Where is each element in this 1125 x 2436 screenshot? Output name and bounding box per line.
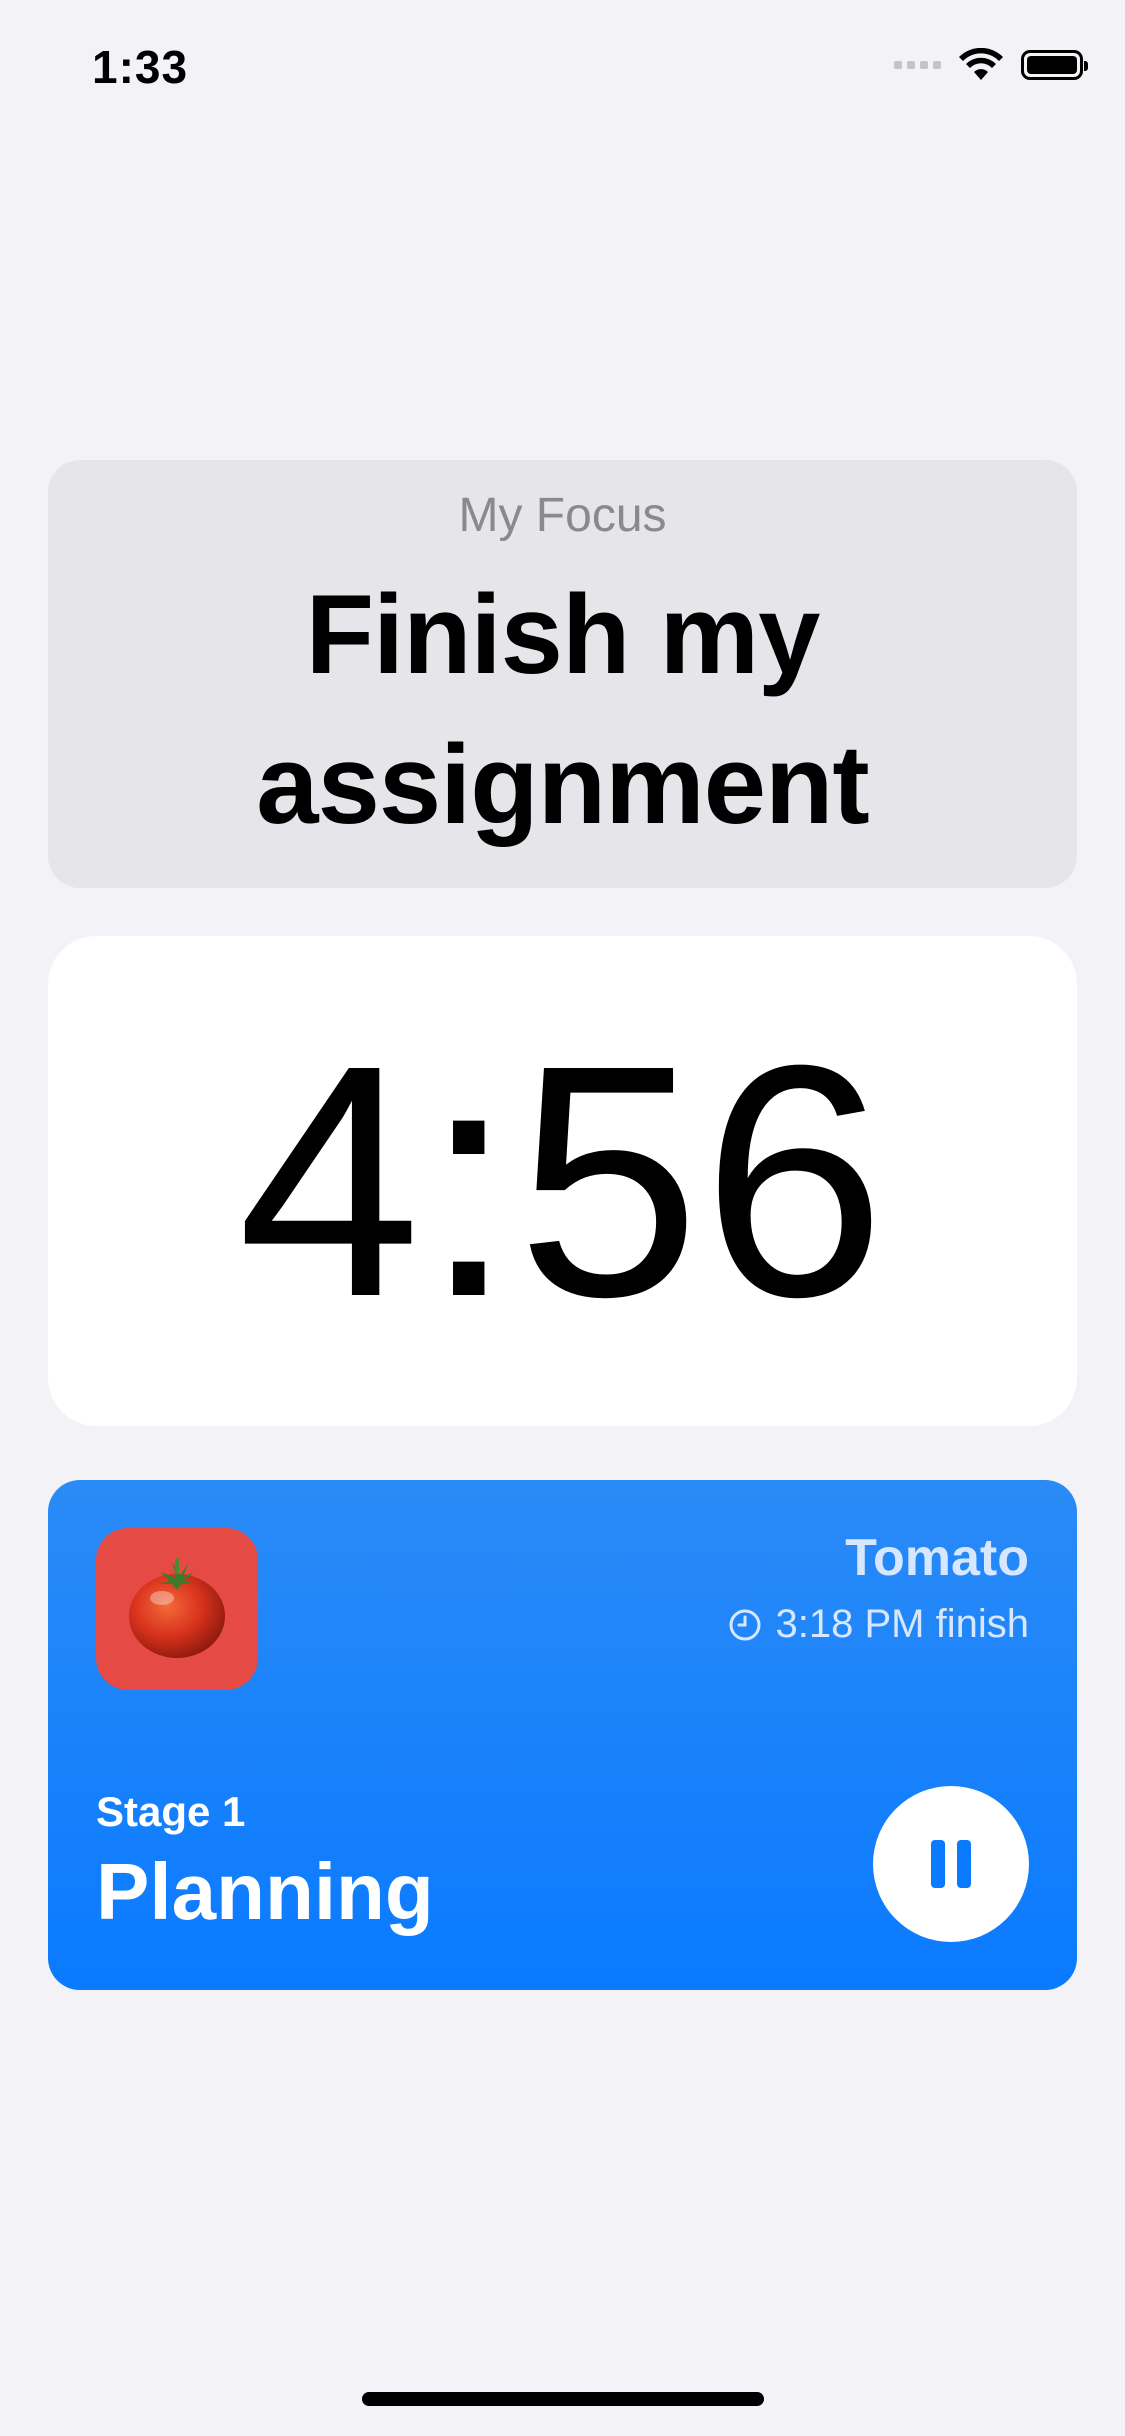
status-icons — [894, 48, 1088, 82]
timer-countdown: 4:56 — [237, 996, 888, 1365]
preset-name: Tomato — [845, 1529, 1029, 1587]
status-bar: 1:33 — [0, 0, 1125, 140]
battery-icon — [1021, 50, 1088, 80]
home-indicator[interactable] — [362, 2392, 764, 2406]
pause-icon — [931, 1840, 971, 1888]
session-card[interactable]: Tomato 3:18 PM finish Stage 1 Planning — [48, 1480, 1077, 1990]
status-time: 1:33 — [92, 41, 189, 93]
clock-icon — [729, 1609, 761, 1640]
stage-number: Stage 1 — [96, 1788, 246, 1835]
tomato-icon — [129, 1558, 225, 1658]
finish-time-row: 3:18 PM finish — [728, 1602, 1029, 1647]
focus-card[interactable]: My Focus Finish my assignment — [48, 460, 1077, 888]
focus-label: My Focus — [458, 489, 667, 542]
focus-title: Finish my assignment — [256, 572, 869, 847]
cellular-signal-icon — [894, 61, 941, 69]
stage-name: Planning — [96, 1847, 434, 1936]
tomato-app-icon — [96, 1528, 258, 1690]
pause-button[interactable] — [873, 1786, 1029, 1942]
finish-time: 3:18 PM finish — [775, 1602, 1029, 1646]
wifi-icon — [959, 48, 1003, 80]
timer-card[interactable]: 4:56 — [48, 936, 1077, 1426]
